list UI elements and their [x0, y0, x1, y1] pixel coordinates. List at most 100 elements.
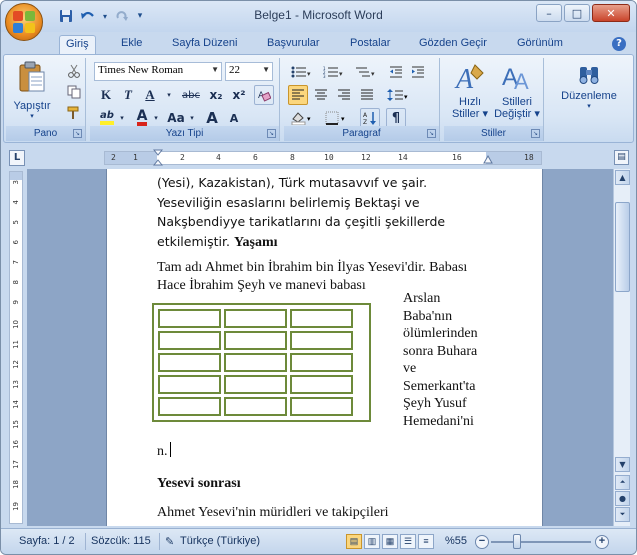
paragraph-intro[interactable]: (Yesi), Kazakistan), Türk mutasavvıf ve … [157, 173, 492, 251]
styles-launcher-icon[interactable]: ↘ [531, 129, 540, 138]
strikethrough-button[interactable]: abc [180, 85, 202, 105]
scroll-thumb[interactable] [615, 202, 630, 292]
wrapped-text[interactable]: Arslan Baba'nın ölümlerinden sonra Buhar… [403, 290, 498, 430]
tab-giris[interactable]: Giriş [59, 35, 96, 55]
tab-basvurular[interactable]: Başvurular [261, 35, 326, 51]
paragraph-followers[interactable]: Ahmet Yesevi'nin müridleri ve takipçiler… [157, 504, 492, 522]
font-launcher-icon[interactable]: ↘ [267, 129, 276, 138]
pano-launcher-icon[interactable]: ↘ [73, 129, 82, 138]
page-count[interactable]: Sayfa: 1 / 2 [19, 535, 75, 547]
decrease-indent-icon[interactable] [386, 62, 406, 82]
scroll-down-icon[interactable]: ▼ [615, 457, 630, 472]
table-cell[interactable] [224, 309, 287, 328]
format-painter-icon[interactable] [64, 103, 84, 123]
table-cell[interactable] [158, 353, 221, 372]
tab-ekle[interactable]: Ekle [115, 35, 148, 51]
close-button[interactable]: ✕ [592, 4, 630, 22]
tab-sayfa-duzeni[interactable]: Sayfa Düzeni [166, 35, 243, 51]
change-case-dropdown[interactable]: ▾ [188, 108, 196, 128]
outline-view-icon[interactable]: ☰ [400, 534, 416, 549]
highlight-button[interactable]: ab [96, 108, 118, 128]
quick-styles-button[interactable]: A Hızlı Stiller ▾ [448, 61, 492, 123]
table-cell[interactable] [290, 309, 353, 328]
scroll-up-icon[interactable]: ▲ [615, 170, 630, 185]
zoom-slider-track[interactable] [491, 541, 591, 543]
minimize-button[interactable]: – [536, 4, 562, 22]
right-indent-marker-icon[interactable] [483, 155, 493, 165]
table-cell[interactable] [290, 353, 353, 372]
print-layout-view-icon[interactable]: ▤ [346, 534, 362, 549]
table-cell[interactable] [158, 375, 221, 394]
copy-icon[interactable] [64, 82, 84, 102]
bullets-icon[interactable]: ▾ [288, 62, 316, 82]
clear-formatting-icon[interactable]: A [254, 85, 274, 105]
paragraph-biography[interactable]: Tam adı Ahmet bin İbrahim bin İlyas Yese… [157, 259, 492, 294]
increase-indent-icon[interactable] [408, 62, 428, 82]
paste-button[interactable]: Yapıştır ▾ [12, 61, 52, 121]
sort-icon[interactable]: AZ [360, 108, 380, 128]
align-right-icon[interactable] [334, 85, 354, 105]
align-center-icon[interactable] [311, 85, 331, 105]
horizontal-ruler[interactable]: 2 1 2 4 6 8 10 12 14 16 18 [104, 149, 542, 167]
document-page[interactable]: (Yesi), Kazakistan), Türk mutasavvıf ve … [106, 169, 543, 526]
table-cell[interactable] [158, 397, 221, 416]
font-name-combo[interactable]: Times New Roman ▼ [94, 62, 222, 81]
shrink-font-button[interactable]: A [224, 108, 244, 128]
grow-font-button[interactable]: A [202, 108, 222, 128]
multilevel-list-icon[interactable]: ▾ [352, 62, 380, 82]
heading-yesevi-sonrasi[interactable]: Yesevi sonrası [157, 475, 492, 493]
vertical-scrollbar[interactable]: ▲ ▼ ⏶ ● ⏷ [613, 169, 630, 526]
draft-view-icon[interactable]: ≡ [418, 534, 434, 549]
paragraph-launcher-icon[interactable]: ↘ [427, 129, 436, 138]
table-cell[interactable] [290, 375, 353, 394]
table-cell[interactable] [158, 331, 221, 350]
change-styles-button[interactable]: AA Stilleri Değiştir ▾ [494, 61, 540, 123]
tab-gorunum[interactable]: Görünüm [511, 35, 569, 51]
word-count[interactable]: Sözcük: 115 [91, 535, 151, 547]
left-indent-marker-icon[interactable] [153, 149, 163, 167]
web-layout-view-icon[interactable]: ▦ [382, 534, 398, 549]
tab-selector-button[interactable]: L [9, 150, 25, 166]
change-case-button[interactable]: Aa [164, 108, 188, 128]
previous-page-icon[interactable]: ⏶ [615, 475, 630, 490]
shading-icon[interactable]: ▾ [288, 108, 316, 128]
table-cell[interactable] [158, 309, 221, 328]
numbering-icon[interactable]: 1 2 3 ▾ [320, 62, 348, 82]
font-color-dropdown[interactable]: ▾ [152, 108, 160, 128]
superscript-button[interactable]: x² [229, 85, 249, 105]
maximize-button[interactable]: □ [564, 4, 590, 22]
tab-gozden-gecir[interactable]: Gözden Geçir [413, 35, 493, 51]
table-cell[interactable] [224, 353, 287, 372]
table-cell[interactable] [224, 397, 287, 416]
table-cell[interactable] [290, 331, 353, 350]
document-area[interactable]: (Yesi), Kazakistan), Türk mutasavvıf ve … [27, 169, 613, 526]
full-screen-reading-view-icon[interactable]: ▥ [364, 534, 380, 549]
bold-button[interactable]: K [96, 85, 116, 105]
editing-button[interactable]: Düzenleme ▾ [551, 61, 627, 123]
show-marks-icon[interactable]: ¶ [386, 108, 406, 128]
subscript-button[interactable]: x₂ [206, 85, 226, 105]
underline-dropdown[interactable]: ▾ [164, 85, 174, 105]
page-content[interactable]: (Yesi), Kazakistan), Türk mutasavvıf ve … [152, 173, 492, 522]
font-size-combo[interactable]: 22 ▼ [225, 62, 273, 81]
zoom-in-icon[interactable]: + [595, 535, 609, 549]
language-indicator[interactable]: Türkçe (Türkiye) [180, 535, 260, 547]
tab-postalar[interactable]: Postalar [344, 35, 396, 51]
cut-icon[interactable] [64, 61, 84, 81]
justify-icon[interactable] [357, 85, 377, 105]
zoom-out-icon[interactable]: − [475, 535, 489, 549]
italic-button[interactable]: T [118, 85, 138, 105]
next-page-icon[interactable]: ⏷ [615, 507, 630, 522]
table-cell[interactable] [290, 397, 353, 416]
underline-button[interactable]: A [140, 85, 160, 105]
view-ruler-icon[interactable]: ▤ [614, 150, 629, 165]
zoom-level[interactable]: %55 [445, 535, 467, 547]
line-spacing-icon[interactable]: ▾ [384, 85, 412, 105]
borders-icon[interactable]: ▾ [322, 108, 350, 128]
align-left-icon[interactable] [288, 85, 308, 105]
zoom-slider-thumb[interactable] [513, 534, 521, 549]
document-table[interactable] [152, 303, 371, 422]
proofing-icon[interactable]: ✎ [165, 535, 174, 548]
table-cell[interactable] [224, 375, 287, 394]
browse-object-icon[interactable]: ● [615, 491, 630, 506]
